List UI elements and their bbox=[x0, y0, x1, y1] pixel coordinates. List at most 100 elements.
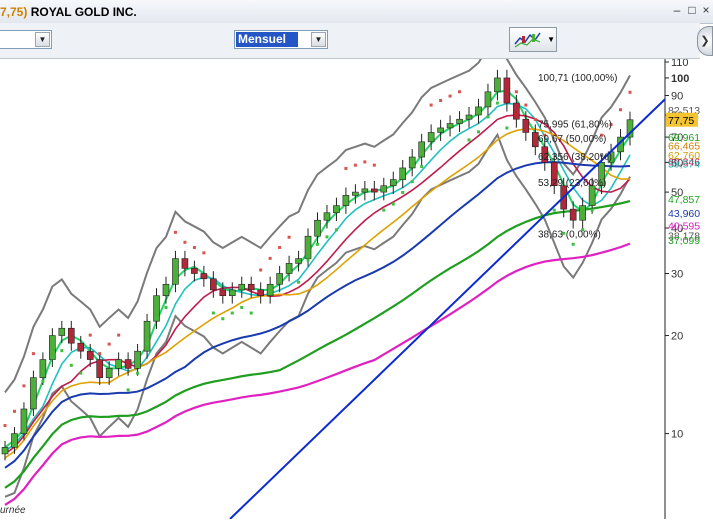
price-candle bbox=[96, 359, 103, 378]
price-candle bbox=[58, 327, 66, 336]
window-title: 7,75) ROYAL GOLD INC. bbox=[0, 5, 137, 19]
sar-dot bbox=[401, 190, 405, 194]
sar-dot bbox=[476, 130, 480, 134]
y-tick-label: 100 bbox=[671, 73, 689, 85]
indicators-button[interactable]: ▼ bbox=[509, 27, 557, 52]
sar-dot bbox=[268, 256, 272, 260]
price-candle bbox=[162, 283, 170, 297]
title-price-code: 7,75) bbox=[0, 5, 28, 19]
sar-dot bbox=[467, 138, 471, 142]
sar-dot bbox=[344, 166, 348, 170]
price-candle bbox=[418, 141, 425, 158]
price-candle bbox=[503, 77, 511, 104]
sidebar-toggle-icon[interactable]: ❯ bbox=[697, 26, 713, 56]
price-candle bbox=[475, 106, 482, 116]
chevron-down-icon[interactable]: ▼ bbox=[547, 35, 555, 44]
chart-area: 102030405060708090100110100,71 (100,00%)… bbox=[0, 31, 713, 520]
chart-toolbar: ▼ Mensuel ▼ bbox=[0, 23, 700, 59]
price-candle bbox=[257, 289, 264, 297]
price-candle bbox=[11, 433, 18, 448]
sar-dot bbox=[41, 379, 45, 383]
sar-dot bbox=[382, 208, 386, 212]
sar-dot bbox=[514, 90, 518, 94]
period-select[interactable]: Mensuel ▼ bbox=[234, 30, 328, 49]
sar-dot bbox=[173, 230, 177, 234]
y-tick-label: 110 bbox=[671, 59, 689, 69]
sar-dot bbox=[117, 333, 121, 337]
price-candle bbox=[342, 195, 350, 206]
close-icon[interactable]: × bbox=[699, 3, 713, 17]
title-bar: 7,75) ROYAL GOLD INC. – □ × bbox=[0, 0, 713, 24]
sar-dot bbox=[353, 163, 357, 167]
sar-dot bbox=[126, 388, 130, 392]
sar-dot bbox=[155, 317, 159, 321]
sar-dot bbox=[259, 268, 263, 272]
price-candle bbox=[266, 283, 274, 297]
sar-dot bbox=[571, 242, 575, 246]
sar-dot bbox=[12, 409, 16, 413]
y-tick-label: 90 bbox=[671, 90, 683, 102]
bollinger-lower-line bbox=[4, 132, 631, 498]
indicators-icon bbox=[514, 32, 541, 48]
price-label: 43,960 bbox=[668, 208, 700, 220]
sar-dot bbox=[145, 342, 149, 346]
price-candle bbox=[304, 235, 312, 259]
ma-orange-line bbox=[4, 128, 631, 459]
price-label: 37,099 bbox=[668, 235, 700, 247]
sar-dot bbox=[183, 240, 187, 244]
sar-dot bbox=[107, 342, 111, 346]
price-candle bbox=[228, 289, 236, 297]
sar-dot bbox=[192, 245, 196, 249]
sar-dot bbox=[391, 202, 395, 206]
price-candle bbox=[181, 258, 189, 269]
y-tick-label: 10 bbox=[671, 429, 683, 441]
y-tick-label: 20 bbox=[671, 331, 683, 343]
price-candle bbox=[522, 118, 530, 133]
chevron-down-icon[interactable]: ▼ bbox=[35, 32, 50, 47]
price-candle bbox=[105, 368, 113, 378]
sar-dot bbox=[164, 305, 168, 309]
chevron-down-icon[interactable]: ▼ bbox=[311, 32, 326, 47]
price-candle bbox=[200, 273, 208, 280]
sar-dot bbox=[3, 424, 7, 428]
sar-dot bbox=[316, 242, 319, 246]
price-candle bbox=[465, 114, 473, 120]
sar-dot bbox=[31, 352, 35, 356]
instrument-combo[interactable]: ▼ bbox=[0, 30, 52, 49]
sar-dot bbox=[420, 165, 424, 169]
price-candle bbox=[39, 359, 47, 378]
price-candle bbox=[143, 320, 151, 352]
price-candle bbox=[295, 258, 302, 264]
timeframe-label: urnée bbox=[0, 505, 26, 516]
sar-dot bbox=[98, 352, 102, 356]
sar-dot bbox=[79, 371, 83, 375]
restore-icon[interactable]: □ bbox=[685, 3, 699, 17]
sar-dot bbox=[221, 317, 225, 321]
sar-dot bbox=[458, 90, 462, 94]
price-candle bbox=[115, 359, 122, 369]
price-candle bbox=[352, 191, 359, 196]
sar-dot bbox=[249, 311, 253, 315]
price-candle bbox=[484, 91, 492, 108]
fibonacci-level-label: 75,995 (61,80%) bbox=[538, 120, 612, 131]
price-candle bbox=[49, 335, 56, 360]
fibonacci-level-label: 62,356 (38,20%) bbox=[538, 152, 612, 163]
price-candle bbox=[314, 219, 321, 237]
minimize-icon[interactable]: – bbox=[670, 3, 684, 17]
price-chart: 102030405060708090100110100,71 (100,00%)… bbox=[1, 31, 700, 520]
price-candle bbox=[456, 118, 463, 124]
price-candle bbox=[77, 342, 85, 352]
sar-dot bbox=[325, 235, 329, 239]
price-candle bbox=[389, 179, 397, 187]
price-candle bbox=[30, 377, 37, 410]
price-candle bbox=[191, 268, 198, 274]
fibonacci-level-label: 69,67 (50,00%) bbox=[538, 134, 606, 145]
sar-dot bbox=[524, 103, 528, 107]
sar-dot bbox=[136, 371, 140, 375]
sar-dot bbox=[211, 311, 215, 315]
price-candle bbox=[210, 278, 217, 291]
price-candle bbox=[399, 167, 407, 180]
sar-dot bbox=[590, 208, 594, 212]
sar-dot bbox=[306, 258, 310, 262]
sar-dot bbox=[533, 117, 537, 121]
